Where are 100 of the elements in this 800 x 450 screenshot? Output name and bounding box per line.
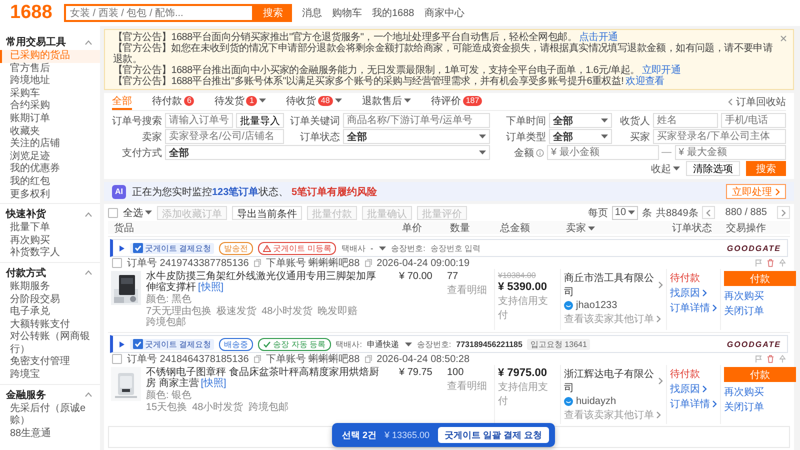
notice-text: 【官方公告】1688平台面向分销买家推出"官方仓退货服务"，一个地址处理多平台自动售后，轻松全网包邮。 点击开通: [113, 32, 619, 43]
select-field[interactable]: 全部: [549, 129, 612, 144]
sidebar-item[interactable]: 分阶段交易: [0, 294, 100, 306]
product-title[interactable]: 不锈钢电子图章秤 食品床盆茶叶秤高精度家用烘焙厨房 商家主营 [快照]: [146, 367, 384, 389]
sidebar-item[interactable]: 先采后付（原诚e赊）: [0, 402, 100, 428]
seller-link[interactable]: 浙江辉达电子有限公司: [564, 367, 663, 395]
order-status: 待付款: [670, 272, 700, 285]
order-number: 订单号 2418464378185136: [127, 352, 249, 366]
tab[interactable]: 退款售后: [362, 93, 411, 110]
select-all-dropdown[interactable]: 全选: [123, 206, 152, 220]
status-link[interactable]: 订单详情: [670, 301, 717, 315]
sidebar-item[interactable]: 收藏夹: [0, 126, 100, 138]
checkbox[interactable]: [112, 354, 122, 364]
nav-link[interactable]: 购物车: [332, 6, 362, 20]
input-field[interactable]: 卖家登录名/公司/店铺名: [165, 129, 284, 144]
snapshot-link[interactable]: [快照]: [200, 378, 226, 389]
import-button[interactable]: 批量导入: [236, 113, 284, 128]
sidebar-item[interactable]: 免密支付管理: [0, 356, 100, 370]
sidebar-item[interactable]: 账期订单: [0, 112, 100, 126]
batch-pay-button[interactable]: 굿게이트 일괄 결제 요청: [438, 427, 550, 443]
sidebar-item[interactable]: 更多权利: [0, 188, 100, 202]
tab[interactable]: 待评价 187: [430, 93, 482, 110]
status-link[interactable]: 找原因: [670, 286, 707, 300]
section-title[interactable]: 常用交易工具: [6, 35, 66, 49]
next-page-button[interactable]: [777, 206, 790, 219]
input-field[interactable]: 买家登录名/下单公司主体: [653, 129, 786, 144]
sidebar-item[interactable]: 关注的店铺: [0, 138, 100, 151]
input-field[interactable]: 手机/电话: [721, 113, 786, 128]
input-field[interactable]: 请输入订单号: [165, 113, 233, 128]
recycle-bin-link[interactable]: 订单回收站: [728, 94, 786, 108]
sidebar-item[interactable]: 浏览足迹: [0, 150, 100, 164]
caret-icon: [258, 98, 266, 103]
request-toggle[interactable]: 굿게이트 결제요청: [130, 242, 214, 254]
chat-link[interactable]: huidayzh: [564, 396, 616, 407]
nav-link[interactable]: 商家中心: [424, 6, 464, 20]
status-link[interactable]: 订单详情: [670, 397, 717, 411]
expand-icon[interactable]: [119, 340, 125, 348]
status-link[interactable]: 找原因: [670, 382, 707, 396]
status-tag: 송장 자동 등록: [258, 338, 331, 350]
sidebar-item[interactable]: 88生意通: [0, 428, 100, 440]
input-field[interactable]: 姓名: [653, 113, 718, 128]
link[interactable]: 立即开通: [642, 65, 681, 76]
section-title[interactable]: 金融服务: [6, 388, 46, 402]
sidebar-item[interactable]: 批量下单: [0, 222, 100, 235]
sidebar-item[interactable]: 再次购买: [0, 234, 100, 248]
sidebar-item[interactable]: 我的优惠券: [0, 163, 100, 176]
action-link[interactable]: 关闭订单: [724, 304, 764, 318]
checkbox[interactable]: [133, 339, 143, 349]
sidebar-item[interactable]: 合约采购: [0, 100, 100, 113]
prev-page-button[interactable]: [702, 206, 716, 219]
chat-link[interactable]: jhao1233: [564, 300, 618, 311]
section-title[interactable]: 付款方式: [6, 266, 46, 280]
section-title[interactable]: 快速补货: [6, 207, 46, 222]
sidebar-item[interactable]: 采购车: [0, 88, 100, 100]
courier-select[interactable]: -: [370, 244, 386, 252]
sidebar-item[interactable]: 大额转账支付: [0, 318, 100, 332]
tab[interactable]: 待付款 6: [152, 93, 194, 110]
input-field[interactable]: 商品名称/下游订单号/运单号: [343, 113, 490, 128]
search-field[interactable]: 女装 / 西装 / 包包 / 配饰...: [64, 4, 254, 22]
chevron-icon: [775, 188, 780, 196]
action-link[interactable]: 再次购买: [724, 385, 764, 399]
checkbox[interactable]: [133, 243, 143, 253]
collapse-link[interactable]: 收起: [651, 162, 680, 176]
sidebar-item[interactable]: 账期服务: [0, 280, 100, 294]
flag-icon: [755, 259, 762, 267]
nav-link[interactable]: 消息: [302, 6, 322, 20]
sidebar-item[interactable]: 补货数字人: [0, 247, 100, 260]
select-field[interactable]: 全部: [165, 145, 490, 160]
toolbar-button[interactable]: 导出当前条件: [232, 206, 302, 220]
link[interactable]: 点击开通: [579, 32, 618, 43]
checkbox[interactable]: [112, 258, 122, 268]
sidebar-item[interactable]: 电子承兑: [0, 306, 100, 319]
request-toggle[interactable]: 굿게이트 결제요청: [130, 338, 214, 350]
sidebar-item[interactable]: 对公转账（网商银行）: [0, 331, 100, 356]
tab[interactable]: 待发货 1: [214, 93, 266, 110]
brand-logo: GOODGATE: [726, 340, 781, 348]
sidebar-item[interactable]: 跨境宝: [0, 369, 100, 382]
select-field[interactable]: 全部: [549, 113, 612, 128]
nav-link[interactable]: 我的1688: [372, 6, 414, 20]
input-field[interactable]: ¥ 最大金额: [674, 145, 786, 160]
seller-link[interactable]: 商丘市浩工具有限公司: [564, 271, 663, 299]
action-link[interactable]: 关闭订单: [724, 400, 764, 414]
count-badge: 1: [246, 96, 257, 106]
sidebar-item[interactable]: 官方售后: [0, 62, 100, 76]
action-link[interactable]: 再次购买: [724, 289, 764, 303]
tab[interactable]: 待收货 48: [286, 93, 342, 110]
snapshot-link[interactable]: [快照]: [198, 282, 224, 293]
product-title[interactable]: 水牛皮防摸三角架红外线激光仪通用专用三脚架加厚伸缩支撑杆 [快照]: [146, 271, 384, 293]
order-total: ¥ 7975.00: [498, 367, 547, 379]
input-field[interactable]: ¥ 最小金额: [547, 145, 658, 160]
select-field[interactable]: 全部: [343, 129, 490, 144]
page-size-select[interactable]: 10: [612, 206, 638, 220]
sidebar-item[interactable]: 跨境地址: [0, 75, 100, 88]
courier-select[interactable]: 申通快递: [366, 338, 412, 350]
chevron-icon: [781, 208, 786, 216]
clear-button[interactable]: 清除选项: [686, 161, 740, 176]
link[interactable]: 欢迎查看: [626, 76, 664, 87]
expand-icon[interactable]: [119, 244, 125, 252]
sidebar-item[interactable]: 我的红包: [0, 176, 100, 189]
checkbox[interactable]: [108, 208, 118, 218]
